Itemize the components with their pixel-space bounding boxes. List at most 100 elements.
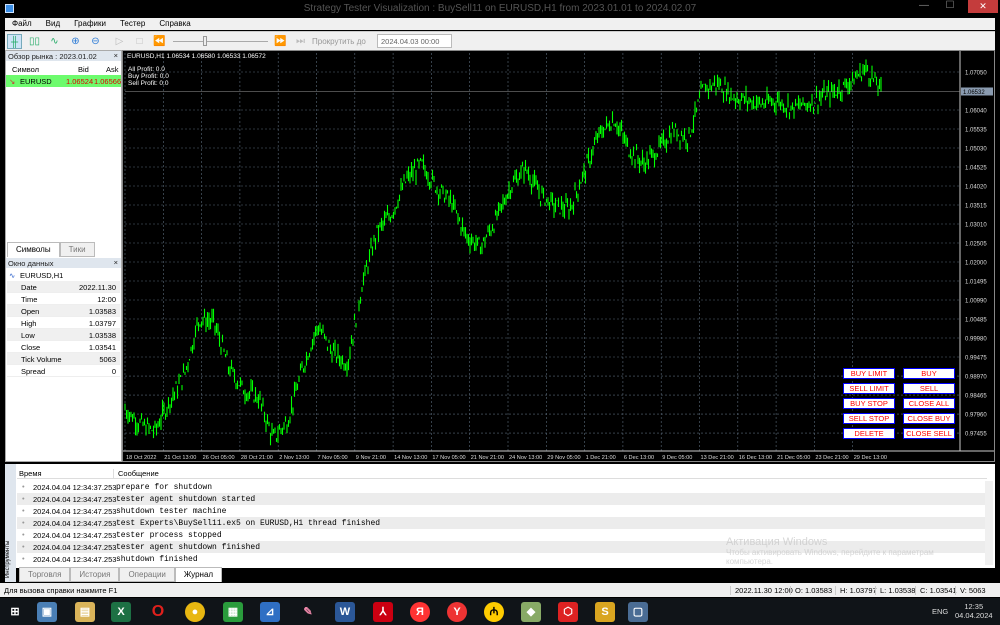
zoom-in-icon[interactable]: ⊕ xyxy=(68,34,83,49)
x-tick-label: 23 Dec 21:00 xyxy=(815,455,848,461)
app-icon[interactable]: ◆ xyxy=(521,602,541,622)
toolbar: ╫ ▯▯ ∿ ⊕ ⊖ ▷ □ ⏪ ⏩ ⏭ Прокрутить до 2024.… xyxy=(5,31,995,50)
app-icon[interactable]: ⬡ xyxy=(558,602,578,622)
col-message[interactable]: Сообщение xyxy=(113,469,159,478)
activation-title: Активация Windows xyxy=(726,536,828,548)
menu-help[interactable]: Справка xyxy=(152,18,197,30)
tab-operations[interactable]: Операции xyxy=(119,567,175,582)
chrome-icon[interactable]: ● xyxy=(185,602,205,622)
yandex-browser-icon[interactable]: Y xyxy=(447,602,467,622)
close-icon[interactable]: × xyxy=(114,258,118,267)
journal-row[interactable]: • 2024.04.04 12:34:37.253 prepare for shut… xyxy=(17,481,987,493)
tab-symbols[interactable]: Символы xyxy=(7,242,60,257)
col-time[interactable]: Время xyxy=(19,469,42,478)
speed-up-icon[interactable]: ⏩ xyxy=(273,34,288,49)
paint-icon[interactable]: ✎ xyxy=(298,602,318,622)
x-tick-label: 1 Dec 21:00 xyxy=(586,455,616,461)
data-key: High xyxy=(21,319,37,328)
menu-tester[interactable]: Тестер xyxy=(113,18,152,30)
yandex-icon[interactable]: Я xyxy=(410,602,430,622)
candlestick-icon[interactable]: ▯▯ xyxy=(27,34,42,49)
menu-charts[interactable]: Графики xyxy=(67,18,113,30)
zoom-out-icon[interactable]: ⊖ xyxy=(88,34,103,49)
sell-limit-button[interactable]: SELL LIMIT xyxy=(843,383,895,394)
delete-button[interactable]: DELETE xyxy=(843,428,895,439)
data-value: 2022.11.30 xyxy=(79,283,116,292)
data-key: Open xyxy=(21,307,40,316)
line-chart-icon[interactable]: ∿ xyxy=(47,34,62,49)
excel-icon[interactable]: X xyxy=(111,602,131,622)
strategy-tester-icon[interactable]: ▢ xyxy=(628,602,648,622)
status-bar: Для вызова справки нажмите F1 2022.11.30… xyxy=(0,583,1000,597)
tab-trade[interactable]: Торговля xyxy=(19,567,71,582)
stop-icon[interactable]: □ xyxy=(132,34,147,49)
journal-message: shutdown tester machine xyxy=(116,507,227,516)
buy-stop-button[interactable]: BUY STOP xyxy=(843,398,895,409)
calculator-icon[interactable]: ▦ xyxy=(223,602,243,622)
status-open: O: 1.03583 xyxy=(790,586,832,595)
buy-limit-button[interactable]: BUY LIMIT xyxy=(843,368,895,379)
col-symbol[interactable]: Символ xyxy=(12,65,39,74)
toolbox-side-label[interactable]: Инструменты xyxy=(5,464,16,582)
journal-time: 2024.04.04 12:34:47.253 xyxy=(33,543,117,552)
close-button[interactable]: ✕ xyxy=(968,0,998,13)
menu-view[interactable]: Вид xyxy=(39,18,67,30)
close-icon[interactable]: × xyxy=(114,51,118,60)
chart[interactable]: 1.07050 1.06040 1.05535 1.05030 1.04525 1.040… xyxy=(122,50,995,462)
speed-slider-thumb[interactable] xyxy=(203,36,207,46)
opera-icon[interactable]: O xyxy=(148,602,168,622)
scrollbar[interactable] xyxy=(985,481,993,565)
y-tick-label: 0.97455 xyxy=(965,432,987,438)
computer-icon[interactable]: ▣ xyxy=(37,602,57,622)
scanner-icon[interactable]: ⊿ xyxy=(260,602,280,622)
tab-ticks[interactable]: Тики xyxy=(59,242,95,257)
status-datetime: 2022.11.30 12:00 xyxy=(730,586,793,595)
journal-row[interactable]: • 2024.04.04 12:34:47.253 shutdown tester … xyxy=(17,505,987,517)
toolbox-tabs: Торговля История Операции Журнал xyxy=(19,567,223,582)
minimize-button[interactable]: — xyxy=(912,0,936,14)
col-ask[interactable]: Ask xyxy=(106,65,119,74)
word-icon[interactable]: W xyxy=(335,602,355,622)
y-tick-label: 1.01495 xyxy=(965,280,987,286)
close-buy-button[interactable]: CLOSE BUY xyxy=(903,413,955,424)
bar-chart-icon[interactable]: ╫ xyxy=(7,34,22,49)
journal-row[interactable]: • 2024.04.04 12:34:47.253 tester agent shu… xyxy=(17,493,987,505)
clock[interactable]: 12:35 04.04.2024 xyxy=(955,602,993,620)
scroll-to-date-input[interactable]: 2024.04.03 00:00 xyxy=(377,34,452,48)
journal-row[interactable]: • 2024.04.04 12:34:47.253 test Experts\Buy… xyxy=(17,517,987,529)
slow-down-icon[interactable]: ⏪ xyxy=(152,34,167,49)
journal-header: Время Сообщение xyxy=(17,466,987,479)
symbol: EURUSD xyxy=(20,77,52,86)
status-close: C: 1.03541 xyxy=(915,586,957,595)
journal-message: tester process stopped xyxy=(116,531,222,540)
clock-time: 12:35 xyxy=(964,602,984,611)
menu-file[interactable]: Файл xyxy=(5,18,39,30)
metatrader-icon[interactable]: ₼ xyxy=(484,602,504,622)
sell-stop-button[interactable]: SELL STOP xyxy=(843,413,895,424)
data-row: Spread 0 xyxy=(7,365,120,377)
all-profit: All Profit: 0.0 xyxy=(128,66,165,73)
journal-message: tester agent shutdown started xyxy=(116,495,256,504)
sell-button[interactable]: SELL xyxy=(903,383,955,394)
language-indicator[interactable]: ENG xyxy=(932,607,948,616)
windows-start-icon[interactable]: ⊞ xyxy=(5,602,25,622)
pdf-icon[interactable]: ⅄ xyxy=(373,602,393,622)
file-explorer-icon[interactable]: ▤ xyxy=(75,602,95,622)
bullet-icon: • xyxy=(22,518,25,527)
app-icon[interactable]: S xyxy=(595,602,615,622)
data-key: Time xyxy=(21,295,38,304)
tab-journal[interactable]: Журнал xyxy=(174,567,223,582)
speed-slider[interactable] xyxy=(173,41,268,42)
scroll-to-label[interactable]: Прокрутить до xyxy=(312,37,366,46)
tab-history[interactable]: История xyxy=(70,567,120,582)
play-icon[interactable]: ▷ xyxy=(112,34,127,49)
skip-icon[interactable]: ⏭ xyxy=(293,34,308,49)
close-all-button[interactable]: CLOSE ALL xyxy=(903,398,955,409)
sell-profit: Sell Profit: 0.0 xyxy=(128,80,169,87)
buy-button[interactable]: BUY xyxy=(903,368,955,379)
close-sell-button[interactable]: CLOSE SELL xyxy=(903,428,955,439)
market-watch-row[interactable]: ↘ EURUSD 1.06524 1.06566 xyxy=(6,75,121,87)
maximize-button[interactable]: ☐ xyxy=(938,0,962,14)
col-bid[interactable]: Bid xyxy=(78,65,89,74)
data-row: Open 1.03583 xyxy=(7,305,120,317)
